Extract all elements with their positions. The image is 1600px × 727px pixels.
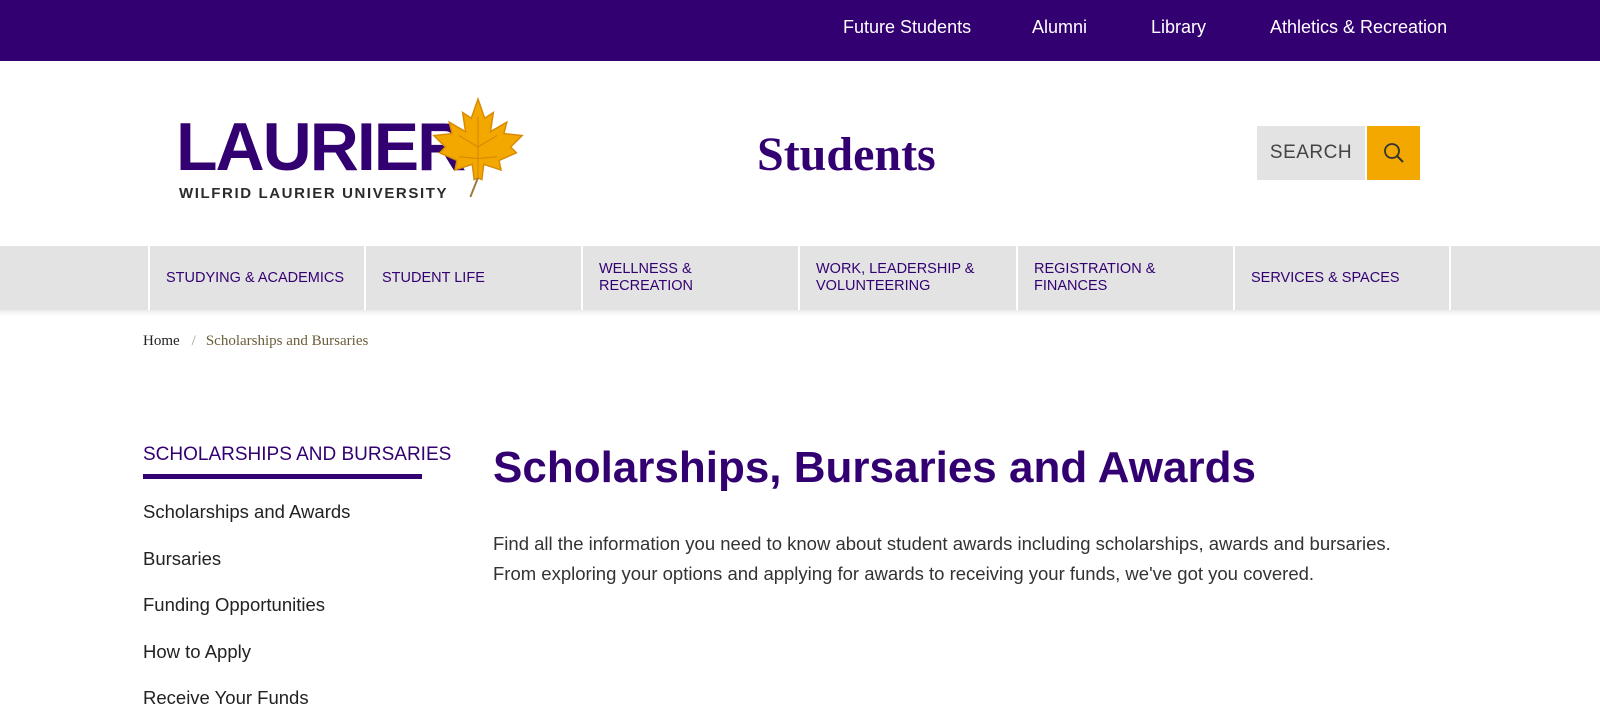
nav-item-services-spaces[interactable]: SERVICES & SPACES: [1233, 246, 1451, 310]
breadcrumb-home-link[interactable]: Home: [143, 333, 180, 349]
search-button[interactable]: SEARCH: [1257, 126, 1365, 180]
nav-item-work-leadership-volunteering[interactable]: WORK, LEADERSHIP & VOLUNTEERING: [798, 246, 1016, 310]
search-icon: [1383, 143, 1404, 163]
sidebar-item-scholarships-awards[interactable]: Scholarships and Awards: [143, 489, 422, 536]
nav-item-studying-academics[interactable]: STUDYING & ACADEMICS: [148, 246, 364, 310]
maple-leaf-icon: [432, 97, 524, 198]
nav-divider: [0, 310, 1600, 316]
utility-link-library[interactable]: Library: [1151, 0, 1206, 61]
sidebar-item-how-to-apply[interactable]: How to Apply: [143, 629, 422, 676]
site-header: LAURIER WILFRID LAURIER UNIVERSITY Stude…: [0, 61, 1600, 246]
university-logo[interactable]: LAURIER WILFRID LAURIER UNIVERSITY: [176, 97, 531, 207]
intro-paragraph: Find all the information you need to kno…: [493, 533, 1391, 584]
breadcrumb: Home / Scholarships and Bursaries: [143, 333, 368, 350]
sidebar-item-bursaries[interactable]: Bursaries: [143, 536, 422, 583]
sidebar-list: Scholarships and Awards Bursaries Fundin…: [143, 489, 422, 722]
sidebar-item-receive-funds[interactable]: Receive Your Funds: [143, 675, 422, 722]
nav-item-student-life[interactable]: STUDENT LIFE: [364, 246, 581, 310]
main-nav: STUDYING & ACADEMICS STUDENT LIFE WELLNE…: [0, 246, 1600, 310]
section-sidebar: SCHOLARSHIPS AND BURSARIES Scholarships …: [143, 442, 451, 722]
breadcrumb-separator: /: [191, 333, 196, 349]
utility-link-athletics[interactable]: Athletics & Recreation: [1270, 0, 1447, 61]
page-title: Scholarships, Bursaries and Awards: [493, 443, 1256, 492]
main-content: Scholarships, Bursaries and Awards Find …: [493, 440, 1433, 589]
nav-item-wellness-recreation[interactable]: WELLNESS & RECREATION: [581, 246, 798, 310]
nav-item-registration-finances[interactable]: REGISTRATION & FINANCES: [1016, 246, 1233, 310]
logo-subtitle: WILFRID LAURIER UNIVERSITY: [179, 185, 449, 202]
utility-nav: Future Students Alumni Library Athletics…: [0, 0, 1600, 61]
utility-link-alumni[interactable]: Alumni: [1032, 0, 1087, 61]
search-submit-button[interactable]: [1367, 126, 1420, 180]
breadcrumb-current: Scholarships and Bursaries: [205, 333, 369, 349]
sidebar-heading[interactable]: SCHOLARSHIPS AND BURSARIES: [143, 442, 451, 479]
site-title: Students: [757, 128, 936, 181]
sidebar-item-funding-opportunities[interactable]: Funding Opportunities: [143, 582, 422, 629]
utility-link-future-students[interactable]: Future Students: [843, 0, 971, 61]
logo-wordmark: LAURIER: [176, 109, 466, 185]
